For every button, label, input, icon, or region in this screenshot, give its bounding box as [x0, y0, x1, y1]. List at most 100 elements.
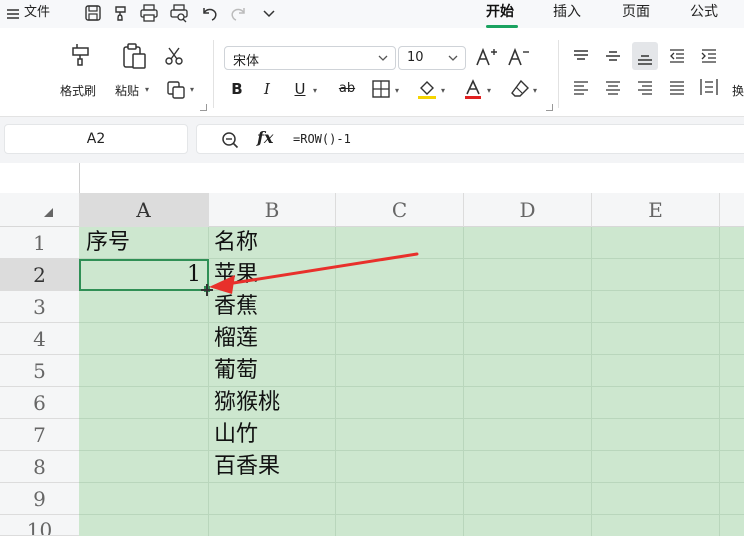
cell-A1[interactable]: 序号 [86, 227, 130, 259]
ribbon-separator [213, 40, 214, 108]
decrease-font-size-icon[interactable] [506, 46, 530, 68]
row-header-9[interactable]: 9 [0, 483, 79, 515]
grid-line [79, 514, 744, 515]
row-header-1[interactable]: 1 [0, 227, 79, 259]
active-cell-selection [79, 259, 209, 291]
tab-home[interactable]: 开始 [486, 3, 514, 21]
grid-line [463, 227, 464, 536]
row-header-5[interactable]: 5 [0, 355, 79, 387]
tab-page[interactable]: 页面 [622, 3, 650, 21]
fill-color-icon[interactable] [416, 78, 438, 100]
save-icon[interactable] [82, 3, 104, 23]
fill-color-dropdown-icon[interactable]: ▾ [441, 86, 445, 95]
column-header-B[interactable]: B [209, 193, 336, 227]
row-header-10[interactable]: 10 [0, 515, 79, 536]
underline-icon[interactable]: U [289, 78, 311, 100]
tab-insert[interactable]: 插入 [553, 3, 581, 21]
ribbon-separator [558, 40, 559, 108]
cell-B6[interactable]: 猕猴桃 [214, 387, 280, 419]
borders-icon[interactable] [372, 80, 390, 98]
clear-format-icon[interactable] [510, 79, 530, 99]
chevron-down-icon [448, 55, 458, 61]
annotation-arrow-icon [209, 252, 419, 294]
row-header-4[interactable]: 4 [0, 323, 79, 355]
font-color-icon[interactable] [462, 78, 484, 100]
column-header-C[interactable]: C [336, 193, 464, 227]
select-all-icon[interactable] [44, 208, 53, 217]
print-icon[interactable] [138, 3, 160, 23]
align-left-icon[interactable] [572, 80, 590, 96]
grid-line [79, 322, 744, 323]
column-header-D[interactable]: D [464, 193, 592, 227]
cut-icon[interactable] [164, 46, 184, 66]
font-name-value: 宋体 [233, 54, 260, 69]
font-size-value: 10 [407, 50, 424, 65]
column-header-E[interactable]: E [592, 193, 720, 227]
grid-line [79, 450, 744, 451]
row-header-2[interactable]: 2 [0, 259, 79, 291]
strikethrough-icon[interactable]: ab [336, 78, 358, 100]
undo-icon[interactable] [198, 3, 220, 23]
formula-input-area[interactable]: fx =ROW()-1 [196, 124, 744, 154]
format-painter-large-icon[interactable] [68, 42, 94, 68]
justify-icon[interactable] [668, 80, 686, 96]
column-header-A[interactable]: A [79, 193, 209, 227]
select-all-corner[interactable] [0, 193, 79, 227]
bold-icon[interactable]: B [226, 78, 248, 100]
cell-B5[interactable]: 葡萄 [214, 355, 258, 387]
clipboard-group-launcher-icon[interactable] [200, 104, 207, 111]
italic-icon[interactable]: I [256, 78, 278, 100]
formula-input[interactable]: =ROW()-1 [293, 132, 351, 146]
align-bottom-icon[interactable] [632, 42, 658, 70]
font-color-dropdown-icon[interactable]: ▾ [487, 86, 491, 95]
row-header-8[interactable]: 8 [0, 451, 79, 483]
cell-reference: A2 [86, 131, 106, 147]
align-top-icon[interactable] [572, 48, 590, 64]
redo-icon[interactable] [228, 3, 250, 23]
align-right-icon[interactable] [636, 80, 654, 96]
grid-line [719, 227, 720, 536]
paste-label[interactable]: 粘贴 [115, 82, 139, 99]
name-box[interactable]: A2 [4, 124, 188, 154]
tab-formula[interactable]: 公式 [690, 3, 718, 21]
distributed-align-icon[interactable] [700, 78, 718, 96]
hamburger-menu-icon[interactable] [6, 6, 20, 20]
grid-line [79, 482, 744, 483]
print-preview-icon[interactable] [168, 3, 190, 23]
copy-dropdown-icon[interactable]: ▾ [190, 85, 194, 94]
menu-bar: 文件 开始 插入 页面 公式 [0, 0, 744, 28]
file-menu[interactable]: 文件 [24, 5, 50, 21]
underline-dropdown-icon[interactable]: ▾ [313, 86, 317, 95]
align-middle-icon[interactable] [604, 48, 622, 64]
cell-B4[interactable]: 榴莲 [214, 323, 258, 355]
font-size-dropdown[interactable]: 10 [398, 46, 466, 70]
increase-font-size-icon[interactable] [474, 46, 498, 68]
font-name-dropdown[interactable]: 宋体 [224, 46, 396, 70]
frozen-divider [79, 163, 80, 193]
ribbon: 格式刷 粘贴 ▾ ▾ 宋体 10 B I U ▾ ab ▾ ▾ ▾ ▾ 换 [0, 28, 744, 117]
format-painter-icon[interactable] [110, 3, 132, 23]
cell-B8[interactable]: 百香果 [214, 451, 280, 483]
row-header-3[interactable]: 3 [0, 291, 79, 323]
grid-line [79, 386, 744, 387]
font-group-launcher-icon[interactable] [546, 104, 553, 111]
row-header-6[interactable]: 6 [0, 387, 79, 419]
paste-dropdown-icon[interactable]: ▾ [145, 85, 149, 94]
chevron-down-icon[interactable] [258, 3, 280, 23]
borders-dropdown-icon[interactable]: ▾ [395, 86, 399, 95]
decrease-indent-icon[interactable] [668, 48, 686, 64]
paste-icon[interactable] [120, 42, 148, 70]
align-center-icon[interactable] [604, 80, 622, 96]
copy-icon[interactable] [166, 80, 186, 100]
zoom-search-icon[interactable] [221, 131, 239, 153]
chevron-down-icon [378, 55, 388, 61]
insert-function-icon[interactable]: fx [257, 128, 273, 147]
format-painter-label[interactable]: 格式刷 [60, 82, 96, 99]
grid-top-area [0, 163, 744, 193]
cell-B7[interactable]: 山竹 [214, 419, 258, 451]
clear-format-dropdown-icon[interactable]: ▾ [533, 86, 537, 95]
wrap-text-label[interactable]: 换 [732, 82, 744, 99]
row-header-7[interactable]: 7 [0, 419, 79, 451]
grid-line [79, 418, 744, 419]
increase-indent-icon[interactable] [700, 48, 718, 64]
